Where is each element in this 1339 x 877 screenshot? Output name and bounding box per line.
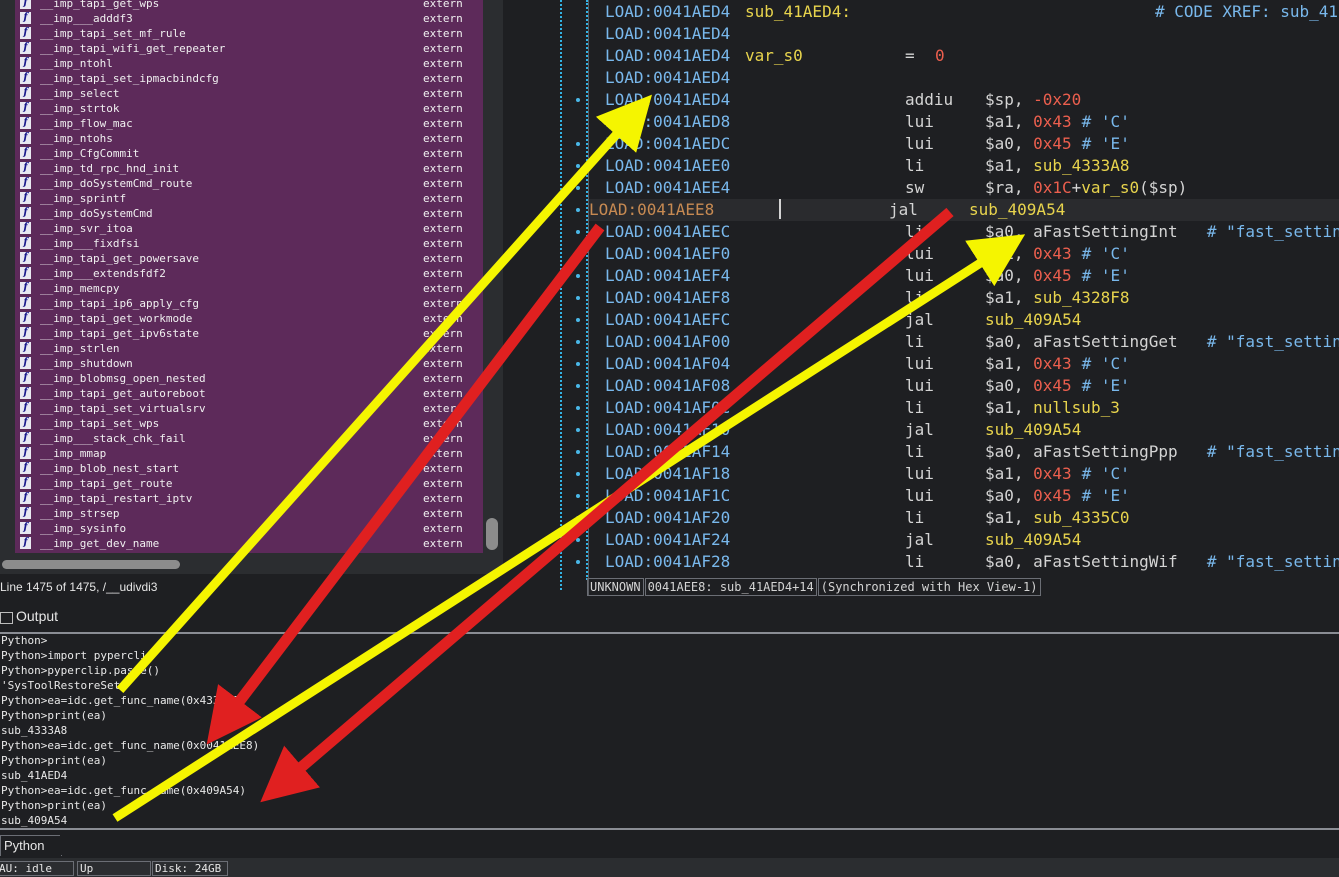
red-arrow-2 [260, 207, 954, 803]
yellow-arrow-1 [116, 94, 652, 693]
annotation-arrows [112, 94, 1026, 822]
red-arrow-1 [206, 223, 605, 745]
yellow-arrow-2 [112, 234, 1026, 822]
